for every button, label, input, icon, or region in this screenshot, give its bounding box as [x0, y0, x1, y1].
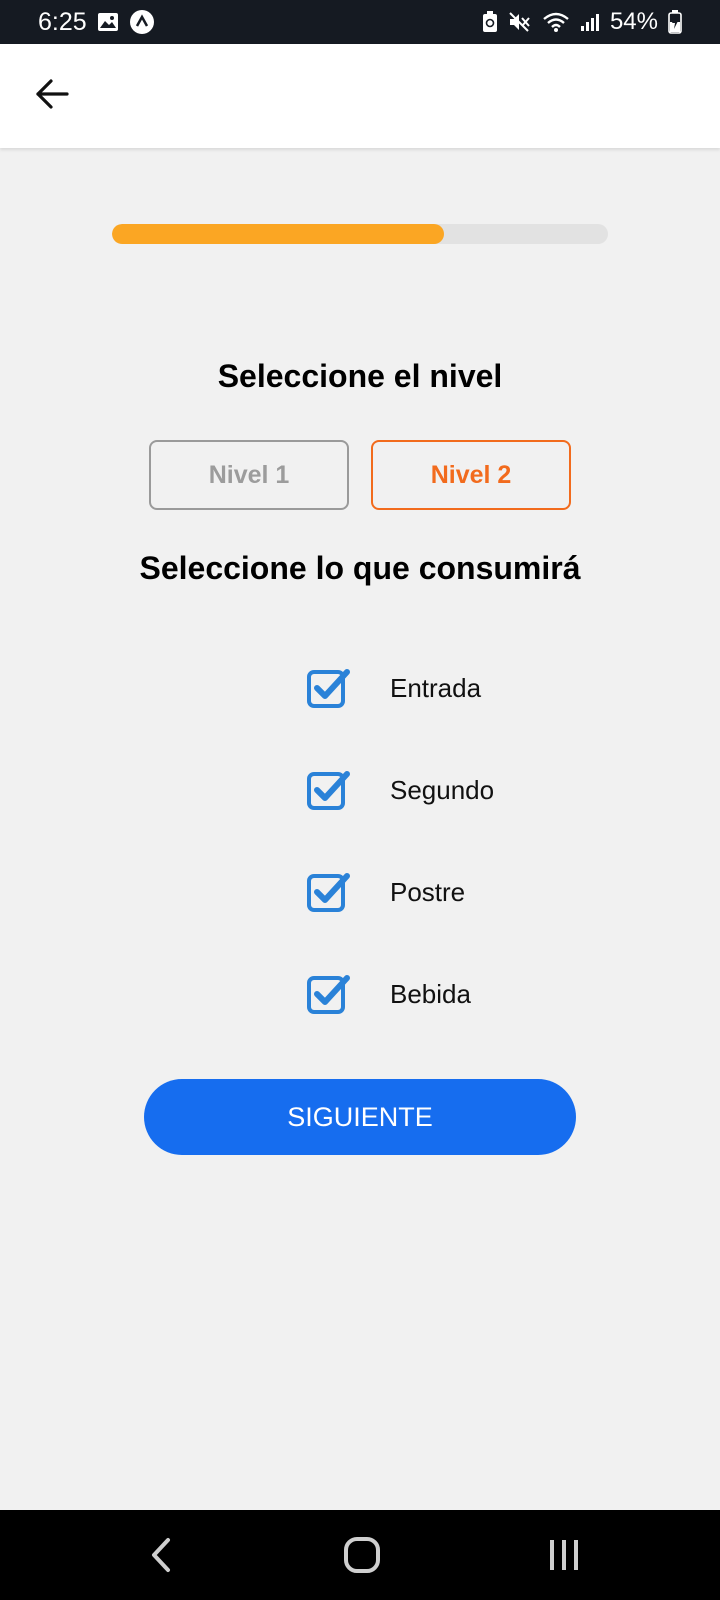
checkbox-label: Entrada	[390, 672, 482, 703]
progress-bar	[112, 224, 608, 244]
battery-saver-icon	[482, 11, 498, 33]
status-right: 54%	[482, 8, 682, 36]
checkbox-row-bebida[interactable]: Bebida	[305, 970, 471, 1018]
mute-icon	[508, 11, 532, 33]
checkbox-row-postre[interactable]: Postre	[305, 868, 465, 916]
checkbox-row-segundo[interactable]: Segundo	[305, 766, 494, 814]
consume-section-title: Seleccione lo que consumirá	[139, 550, 581, 586]
app-notification-icon	[129, 9, 155, 35]
back-nav-icon[interactable]	[132, 1532, 192, 1578]
battery-charging-icon	[668, 10, 682, 34]
checkbox-checked-icon[interactable]	[305, 970, 353, 1018]
progress-fill	[112, 224, 445, 244]
wifi-icon	[542, 11, 570, 33]
home-nav-icon[interactable]	[332, 1532, 392, 1578]
status-left: 6:25	[38, 8, 155, 37]
recents-nav-icon[interactable]	[534, 1532, 594, 1578]
level-section-title: Seleccione el nivel	[217, 358, 503, 394]
arrow-back-icon	[34, 78, 70, 115]
image-icon	[97, 12, 119, 32]
checkbox-label: Bebida	[390, 978, 471, 1009]
status-bar: 6:25 54%	[0, 0, 720, 44]
checkbox-label: Postre	[390, 876, 466, 907]
system-nav-bar	[0, 1510, 720, 1600]
app-bar	[0, 44, 720, 148]
checkbox-row-entrada[interactable]: Entrada	[305, 664, 481, 712]
checkbox-checked-icon[interactable]	[305, 766, 353, 814]
checkbox-checked-icon[interactable]	[305, 868, 353, 916]
signal-icon	[580, 12, 600, 32]
battery-percent: 54%	[609, 8, 658, 35]
checkbox-label: Segundo	[390, 774, 495, 805]
next-button[interactable]: SIGUIENTE	[144, 1079, 576, 1155]
level-1-button[interactable]: Nivel 1	[149, 440, 349, 510]
back-button[interactable]	[28, 74, 76, 118]
checkbox-checked-icon[interactable]	[305, 664, 353, 712]
status-time: 6:25	[38, 7, 87, 36]
level-2-button[interactable]: Nivel 2	[371, 440, 571, 510]
